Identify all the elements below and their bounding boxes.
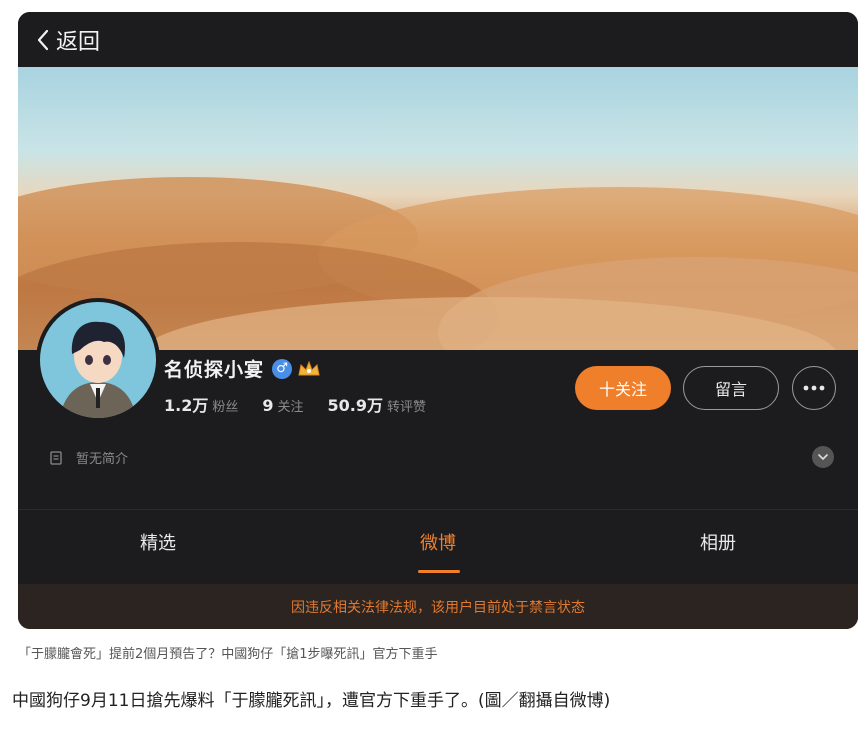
male-icon: ♂ xyxy=(272,358,293,379)
article-caption: 中國狗仔9月11日搶先爆料「于朦朧死訊」，遭官方下重手了。(圖／翻攝自微博) xyxy=(12,691,611,711)
more-dots-icon xyxy=(803,385,825,391)
profile-card: 返回 十关注 留言 暂无简介 精选 微博 相册 因违反相关法律法规，该用户目前处… xyxy=(18,12,858,629)
more-button[interactable] xyxy=(792,366,836,410)
profile-stats: 1.2万 粉丝 9 关注 50.9万 转评赞 xyxy=(164,392,450,416)
tab-bar: 精选 微博 相册 xyxy=(18,510,858,574)
expand-button[interactable] xyxy=(812,446,834,468)
profile-name: 名侦探小宴 xyxy=(164,359,265,381)
likes-label: 转评赞 xyxy=(387,400,427,415)
following-label: 关注 xyxy=(277,400,304,415)
profile-name-row: 名侦探小宴 ♂ xyxy=(164,355,322,382)
crown-badge-icon xyxy=(298,360,320,375)
document-icon xyxy=(50,450,62,465)
bio-row: 暂无简介 xyxy=(50,448,128,467)
following-count[interactable]: 9 xyxy=(262,396,273,415)
bio-text: 暂无简介 xyxy=(76,452,129,467)
follow-button[interactable]: 十关注 xyxy=(575,366,671,410)
tab-featured[interactable]: 精选 xyxy=(18,510,298,574)
cover-image xyxy=(18,67,858,350)
followers-count[interactable]: 1.2万 xyxy=(164,392,208,416)
tab-weibo[interactable]: 微博 xyxy=(298,510,578,574)
avatar[interactable] xyxy=(36,298,160,422)
likes-count: 50.9万 xyxy=(327,396,384,415)
back-label: 返回 xyxy=(56,30,101,55)
chevron-down-icon xyxy=(818,454,828,460)
active-tab-indicator xyxy=(418,570,460,573)
photo-caption: 「于朦朧會死」提前2個月預告了？中國狗仔「搶1步曝死訊」官方下重手 xyxy=(18,647,438,662)
followers-label: 粉丝 xyxy=(212,400,239,415)
chevron-left-icon xyxy=(37,29,49,51)
back-button[interactable]: 返回 xyxy=(36,22,100,58)
ban-notice: 因违反相关法律法规，该用户目前处于禁言状态 xyxy=(18,584,858,629)
message-button[interactable]: 留言 xyxy=(683,366,779,410)
tab-album[interactable]: 相册 xyxy=(578,510,858,574)
top-bar: 返回 xyxy=(18,12,858,67)
